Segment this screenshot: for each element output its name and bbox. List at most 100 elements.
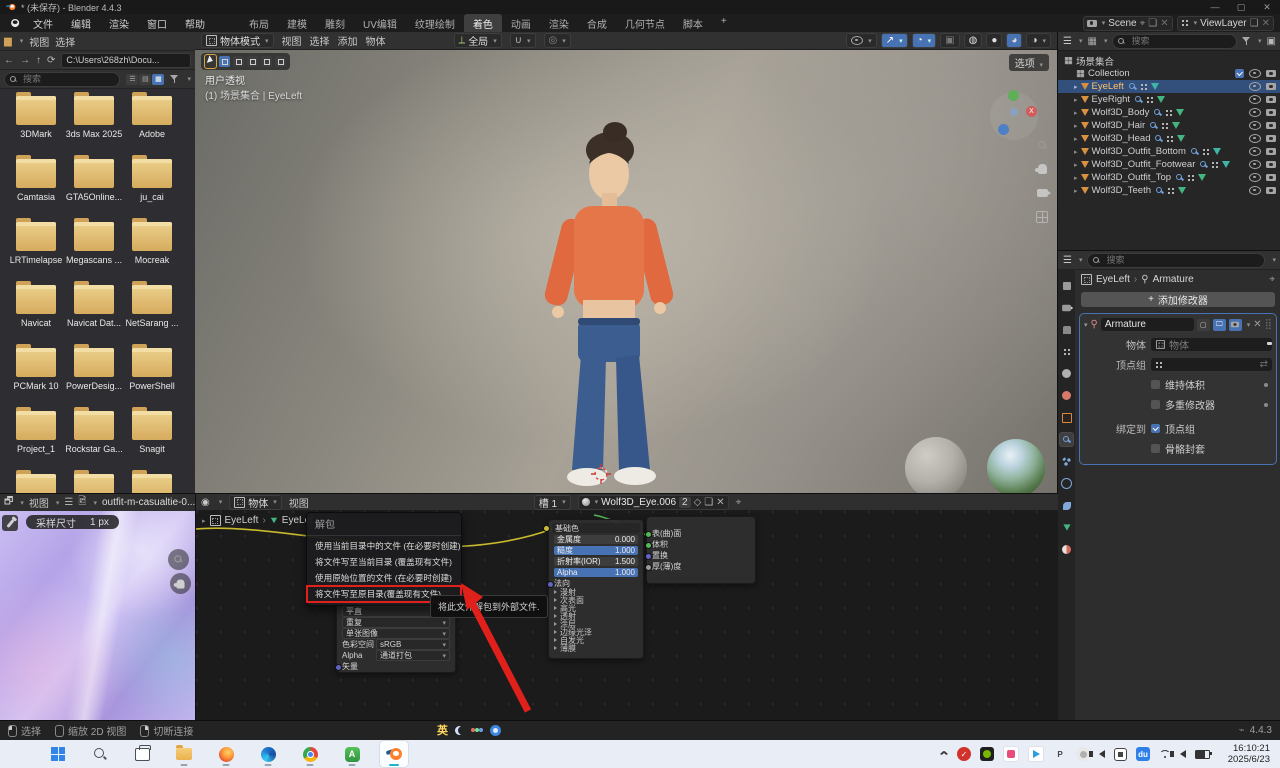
shader-editor-icon[interactable]: ◉ — [201, 497, 210, 508]
sample-tool-button[interactable] — [2, 515, 18, 531]
viewport-menu-select[interactable]: 选择 — [310, 33, 330, 48]
material-selector[interactable]: ▾ Wolf3D_Eye.006 2 ◇ ❏ ✕ — [578, 495, 729, 510]
outliner-filter-icon[interactable]: ▦ — [1087, 36, 1096, 47]
close-button[interactable]: ✕ — [1254, 0, 1280, 14]
menu-window[interactable]: 窗口 — [138, 16, 176, 31]
properties-editor-icon[interactable]: ☰ — [1063, 255, 1072, 266]
image-canvas[interactable]: 采样尺寸 1 px — [0, 511, 195, 721]
folder-item[interactable]: Adobe — [123, 92, 181, 155]
start-button[interactable] — [44, 741, 72, 767]
properties-search-input[interactable] — [1104, 254, 1198, 266]
tray-expand-icon[interactable] — [940, 750, 948, 758]
copy-icon[interactable]: ❏ — [1148, 18, 1157, 29]
hide-icon[interactable] — [1249, 121, 1261, 130]
bind-vertex-groups-checkbox[interactable] — [1151, 424, 1160, 433]
tray-red-app-icon[interactable]: ✓ — [957, 747, 971, 761]
nav-up-icon[interactable]: ↑ — [36, 55, 41, 66]
folder-item[interactable]: Snagit — [123, 407, 181, 470]
viewport-canvas[interactable]: 选项 ▾ 用户透视 (1) 场景集合 | EyeLeft X — [195, 50, 1057, 493]
menu-file[interactable]: 文件 — [24, 16, 62, 31]
properties-search[interactable] — [1087, 253, 1265, 268]
select-box-invert-button[interactable] — [261, 56, 272, 67]
folder-item[interactable]: LRTimelapse — [7, 218, 65, 281]
folder-item[interactable]: Rockstar Ga... — [65, 407, 123, 470]
tab-sculpt[interactable]: 雕刻 — [316, 14, 354, 33]
tab-render[interactable] — [1060, 301, 1073, 314]
taskbar-search-button[interactable] — [86, 741, 114, 767]
folder-item[interactable]: Mocreak — [123, 218, 181, 281]
nvidia-tray-icon[interactable] — [980, 747, 994, 761]
tab-constraints[interactable] — [1060, 499, 1073, 512]
filebrowser-menu-view[interactable]: 视图 — [29, 34, 49, 49]
render-visibility-icon[interactable] — [1266, 187, 1276, 194]
shading-solid-button[interactable]: ● — [986, 33, 1002, 48]
filebrowser-search-input[interactable] — [21, 73, 85, 85]
gizmo-center[interactable] — [1010, 108, 1018, 116]
gizmo-toggle[interactable]: ↗▾ — [881, 33, 908, 48]
tab-modifiers[interactable] — [1060, 433, 1073, 446]
render-visibility-icon[interactable] — [1266, 83, 1276, 90]
fake-user-shield-icon[interactable]: ◇ — [694, 497, 702, 508]
xray-toggle[interactable]: ▣ — [940, 33, 959, 48]
viewport-options-dropdown[interactable]: 选项 ▾ — [1009, 54, 1049, 71]
green-app-button[interactable]: A — [338, 741, 366, 767]
outliner-row-object[interactable]: ▸ Wolf3D_Hair — [1058, 119, 1280, 132]
viewport-menu-object[interactable]: 物体 — [366, 33, 386, 48]
hide-icon[interactable] — [1249, 160, 1261, 169]
chrome-button[interactable] — [296, 741, 324, 767]
hide-icon[interactable] — [1249, 82, 1261, 91]
proportional-edit-dropdown[interactable]: ◎▾ — [544, 33, 571, 48]
outliner-search[interactable] — [1112, 34, 1237, 49]
tab-data[interactable] — [1060, 521, 1073, 534]
hide-icon[interactable] — [1249, 186, 1261, 195]
outliner-search-input[interactable] — [1129, 35, 1213, 47]
tab-object[interactable] — [1060, 411, 1073, 424]
tab-scripting[interactable]: 脚本 — [674, 14, 712, 33]
edge-button[interactable] — [254, 741, 282, 767]
tab-layout[interactable]: 布局 — [240, 14, 278, 33]
outliner-row-scene-collection[interactable]: ▦ 场景集合 — [1058, 54, 1280, 67]
folder-item[interactable]: 3DMark — [7, 92, 65, 155]
tab-tool[interactable] — [1060, 279, 1073, 292]
viewlayer-selector[interactable]: ▾ ViewLayer❏✕ — [1177, 16, 1274, 31]
outliner-row-collection[interactable]: ▦ Collection — [1058, 67, 1280, 80]
collapse-icon[interactable]: ▾ — [1084, 321, 1088, 329]
blender-taskbar-button[interactable] — [380, 741, 408, 767]
drag-handle-icon[interactable]: ⣿ — [1265, 319, 1272, 330]
telegram-tray-icon[interactable] — [1028, 746, 1044, 762]
image-menu-view[interactable]: 视图 — [29, 495, 49, 510]
select-box-new-button[interactable] — [219, 56, 230, 67]
file-explorer-button[interactable] — [170, 741, 198, 767]
tab-texpaint[interactable]: 纹理绘制 — [406, 14, 464, 33]
filebrowser-search[interactable] — [4, 72, 120, 87]
hdri-preview-sphere[interactable] — [987, 439, 1045, 493]
nav-refresh-icon[interactable]: ⟳ — [47, 55, 55, 66]
ime-settings-gear-icon[interactable] — [490, 725, 501, 736]
battery-icon[interactable] — [1195, 750, 1210, 759]
modifier-extras-dropdown[interactable]: ▾ — [1247, 321, 1251, 329]
modifier-object-field[interactable]: 物体 — [1151, 338, 1272, 351]
select-tool-button[interactable] — [205, 55, 216, 68]
menu-render[interactable]: 渲染 — [100, 16, 138, 31]
outliner-row-object[interactable]: ▸ Wolf3D_Body — [1058, 106, 1280, 119]
transform-orientation-dropdown[interactable]: ⟂ 全局▾ — [454, 33, 502, 48]
copy-icon[interactable]: ❏ — [1250, 18, 1259, 29]
visibility-dropdown[interactable]: ▾ — [846, 33, 877, 48]
axis-x-handle[interactable]: X — [1026, 106, 1037, 117]
menu-help[interactable]: 帮助 — [176, 16, 214, 31]
vertex-group-field[interactable]: ⇄ — [1151, 358, 1272, 371]
hamburger-icon[interactable]: ☰ — [64, 497, 73, 508]
sample-size-bar[interactable]: 采样尺寸 1 px — [26, 515, 119, 529]
bind-bone-envelopes-checkbox[interactable] — [1151, 444, 1160, 453]
tab-add-workspace[interactable]: + — [712, 14, 736, 33]
folder-item[interactable]: ju_cai — [123, 155, 181, 218]
filebrowser-editor-icon[interactable]: ▆ — [4, 36, 12, 47]
folder-item[interactable]: Navicat Dat... — [65, 281, 123, 344]
add-modifier-button[interactable]: + 添加修改器 — [1081, 292, 1275, 307]
ime-moon-icon[interactable] — [455, 726, 464, 735]
hide-icon[interactable] — [1249, 134, 1261, 143]
blender-menu-icon[interactable] — [7, 18, 20, 28]
qr-app-icon[interactable] — [1114, 748, 1127, 761]
display-vertical-list-button[interactable]: ☰ — [126, 74, 138, 85]
maximize-button[interactable]: ▢ — [1228, 0, 1254, 14]
